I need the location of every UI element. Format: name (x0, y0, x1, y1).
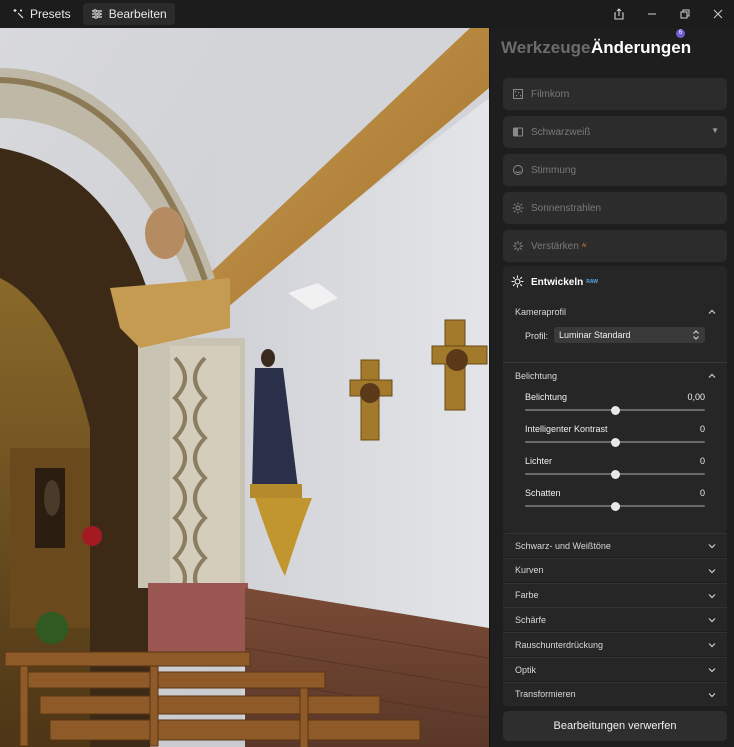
slider-label: Lichter (525, 456, 553, 466)
slider-knob[interactable] (610, 405, 620, 415)
tool-label: Sonnenstrahlen (531, 202, 602, 214)
select-updown-icon (693, 330, 699, 340)
tool-label: Filmkorn (531, 88, 570, 100)
close-icon (713, 9, 722, 19)
black-white-icon (511, 125, 525, 139)
tool-label: Verstärken (531, 240, 579, 252)
panel-tabs: Werkzeuge Änderungen 6 (490, 28, 734, 70)
chevron-up-icon[interactable] (707, 371, 717, 381)
develop-sun-icon (511, 275, 525, 289)
profile-select[interactable]: Luminar Standard (554, 327, 705, 343)
exposure-title[interactable]: Belichtung (515, 371, 557, 381)
raw-tag: RAW (586, 279, 598, 285)
section-row[interactable]: Optik (503, 657, 727, 681)
develop-section: Entwickeln RAW Kameraprofil Profil: Lumi… (503, 266, 727, 533)
slider-knob[interactable] (610, 469, 620, 479)
edit-label: Bearbeiten (108, 7, 167, 21)
profile-value: Luminar Standard (559, 330, 631, 340)
chevron-down-icon (708, 643, 716, 648)
ai-superscript: AI (581, 243, 587, 249)
profile-label: Profil: (525, 331, 549, 341)
tab-tools[interactable]: Werkzeuge (501, 38, 590, 58)
tool-enhance[interactable]: Verstärken AI (503, 230, 727, 262)
section-row[interactable]: Schärfe (503, 607, 727, 632)
section-label: Schärfe (515, 614, 547, 625)
chevron-down-icon (708, 668, 716, 673)
section-label: Rauschunterdrückung (515, 639, 604, 650)
church-interior-photo (0, 28, 489, 747)
tool-label: Schwarzweiß (531, 126, 591, 138)
share-button[interactable] (602, 0, 635, 28)
sun-rays-icon (511, 201, 525, 215)
chevron-down-icon (708, 593, 716, 598)
section-row[interactable]: Rauschunterdrückung (503, 632, 727, 657)
share-icon (613, 8, 624, 20)
edit-button[interactable]: Bearbeiten (82, 3, 175, 25)
title-bar: Presets Bearbeiten (0, 0, 734, 28)
restore-icon (680, 9, 689, 19)
tab-changes[interactable]: Änderungen (591, 38, 691, 58)
slider-label: Intelligenter Kontrast (525, 424, 608, 434)
edit-panel: Werkzeuge Änderungen 6 Filmkorn Schwarzw… (489, 28, 734, 747)
section-label: Kurven (515, 565, 544, 576)
window-controls (602, 0, 734, 28)
discard-edits-button[interactable]: Bearbeitungen verwerfen (503, 711, 727, 741)
tool-black-white[interactable]: Schwarzweiß ▼ (503, 116, 727, 148)
camera-profile-title[interactable]: Kameraprofil (515, 307, 566, 317)
chevron-down-icon (708, 568, 716, 574)
section-row[interactable]: Farbe (503, 582, 727, 607)
section-divider (503, 362, 727, 363)
slider-knob[interactable] (610, 437, 620, 447)
app-window: Presets Bearbeiten Werkzeuge Änderungen … (0, 0, 734, 747)
sliders-icon (91, 8, 103, 20)
restore-button[interactable] (668, 0, 701, 28)
develop-header[interactable]: Entwickeln RAW (503, 266, 727, 298)
slider-knob[interactable] (610, 501, 620, 511)
develop-title: Entwickeln (531, 276, 584, 288)
slider-label: Belichtung (525, 392, 568, 402)
slider-value[interactable]: 0 (700, 456, 705, 466)
dropdown-caret-icon[interactable]: ▼ (711, 126, 719, 135)
section-row[interactable]: Schwarz- und Weißtöne (503, 533, 727, 557)
tool-film-grain[interactable]: Filmkorn (503, 78, 727, 110)
sparkle-icon (12, 8, 24, 20)
presets-button[interactable]: Presets (4, 3, 79, 25)
tool-sun-rays[interactable]: Sonnenstrahlen (503, 192, 727, 224)
chevron-down-icon (708, 618, 716, 623)
slider-value[interactable]: 0 (700, 424, 705, 434)
chevron-down-icon (708, 692, 716, 698)
section-label: Optik (515, 664, 537, 675)
section-label: Transformieren (515, 689, 576, 700)
section-row[interactable]: Kurven (503, 557, 727, 582)
changes-count-badge: 6 (676, 29, 685, 38)
chevron-down-icon (708, 544, 716, 549)
tool-mood[interactable]: Stimmung (503, 154, 727, 186)
slider-label: Schatten (525, 488, 561, 498)
section-row[interactable]: Transformieren (503, 681, 727, 706)
close-button[interactable] (701, 0, 734, 28)
tool-label: Stimmung (531, 164, 577, 176)
photo-canvas[interactable] (0, 28, 489, 747)
minimize-icon (647, 13, 656, 15)
slider-value[interactable]: 0 (700, 488, 705, 498)
section-label: Schwarz- und Weißtöne (515, 540, 611, 551)
enhance-icon (511, 239, 525, 253)
presets-label: Presets (30, 7, 71, 21)
mood-icon (511, 163, 525, 177)
chevron-up-icon[interactable] (707, 307, 717, 317)
slider-value[interactable]: 0,00 (687, 392, 705, 402)
section-label: Farbe (515, 590, 539, 601)
film-grain-icon (511, 87, 525, 101)
minimize-button[interactable] (635, 0, 668, 28)
